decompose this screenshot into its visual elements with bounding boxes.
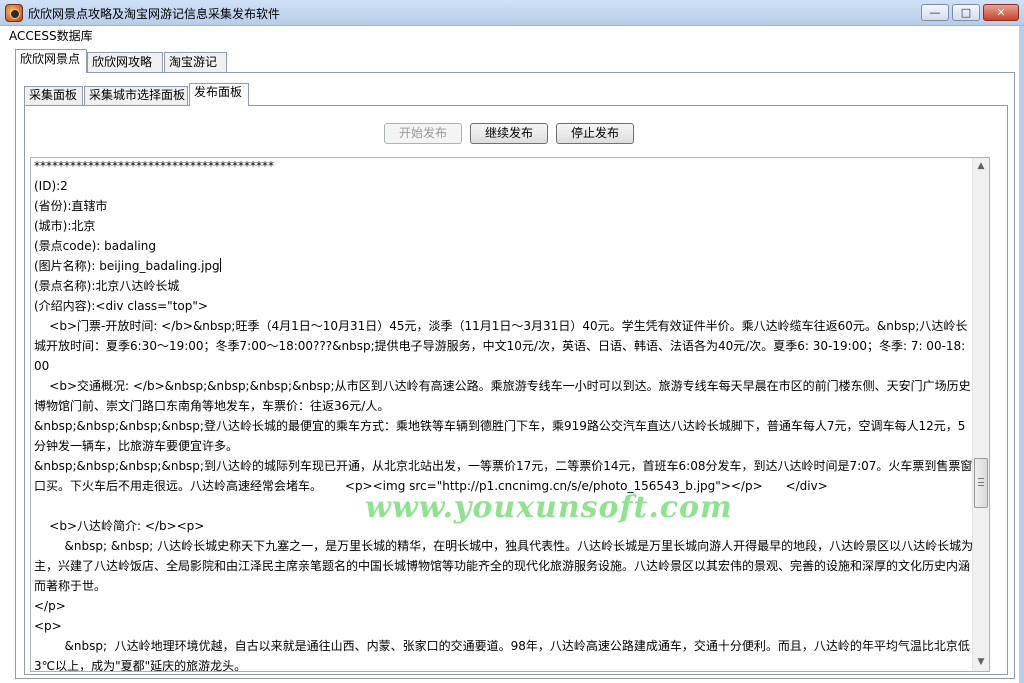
tab-xinxin-guides[interactable]: 欣欣网攻略 [87,52,163,72]
menu-bar: ACCESS数据库 [0,26,1024,45]
log-line: **************************************** [34,159,274,173]
scroll-thumb[interactable] [974,458,988,508]
log-line: (省份):直辖市 [34,199,108,213]
log-line: &nbsp; &nbsp; 八达岭长城史称天下九塞之一，是万里长城的精华，在明长… [34,539,974,593]
log-content: ****************************************… [34,158,974,672]
continue-publish-button[interactable]: 继续发布 [470,123,548,144]
log-line: <b>交通概况: </b>&nbsp;&nbsp;&nbsp;&nbsp;从市区… [34,379,971,413]
menu-item-access-database[interactable]: ACCESS数据库 [9,27,93,44]
window-title: 欣欣网景点攻略及淘宝网游记信息采集发布软件 [28,7,281,21]
log-line: (城市):北京 [34,219,96,233]
title-bar: 欣欣网景点攻略及淘宝网游记信息采集发布软件 — □ ✕ [0,0,1024,26]
log-line: (图片名称): beijing_badaling.jpg [34,258,221,273]
grip-icon [978,478,984,486]
tab-city-select-panel[interactable]: 采集城市选择面板 [84,86,188,105]
watermark: www.youxunsoft.com [365,490,733,525]
minimize-button[interactable]: — [921,4,949,21]
app-logo-icon [5,4,23,22]
close-button[interactable]: ✕ [983,4,1019,21]
log-line: (介绍内容):<div class="top"> [34,299,208,313]
maximize-button[interactable]: □ [952,4,980,21]
publish-log-textarea[interactable]: ****************************************… [30,157,990,672]
tab-taobao-travel[interactable]: 淘宝游记 [164,52,227,72]
log-line: <p> [34,619,62,633]
log-line: (景点code): badaling [34,239,156,253]
start-publish-button[interactable]: 开始发布 [384,123,462,144]
tab-publish-panel[interactable]: 发布面板 [189,83,249,106]
log-line: &nbsp;&nbsp;&nbsp;&nbsp;登八达岭长城的最便宜的乘车方式：… [34,419,966,453]
text-caret [219,258,221,272]
vertical-scrollbar[interactable]: ▲ ▼ [972,158,989,671]
stop-publish-button[interactable]: 停止发布 [556,123,634,144]
log-line: <b>门票-开放时间: </b>&nbsp;旺季（4月1日～10月31日）45元… [34,319,970,373]
scroll-up-arrow-icon[interactable]: ▲ [973,158,989,175]
window-border [1019,26,1024,683]
tab-xinxin-scenic[interactable]: 欣欣网景点 [15,49,87,73]
log-line: </p> [34,599,66,613]
log-line: (景点名称):北京八达岭长城 [34,279,180,293]
scroll-down-arrow-icon[interactable]: ▼ [973,654,989,671]
log-line: &nbsp; 八达岭地理环境优越，自古以来就是通往山西、内蒙、张家口的交通要道。… [34,639,970,672]
tab-collect-panel[interactable]: 采集面板 [24,86,83,105]
log-line: (ID):2 [34,179,68,193]
